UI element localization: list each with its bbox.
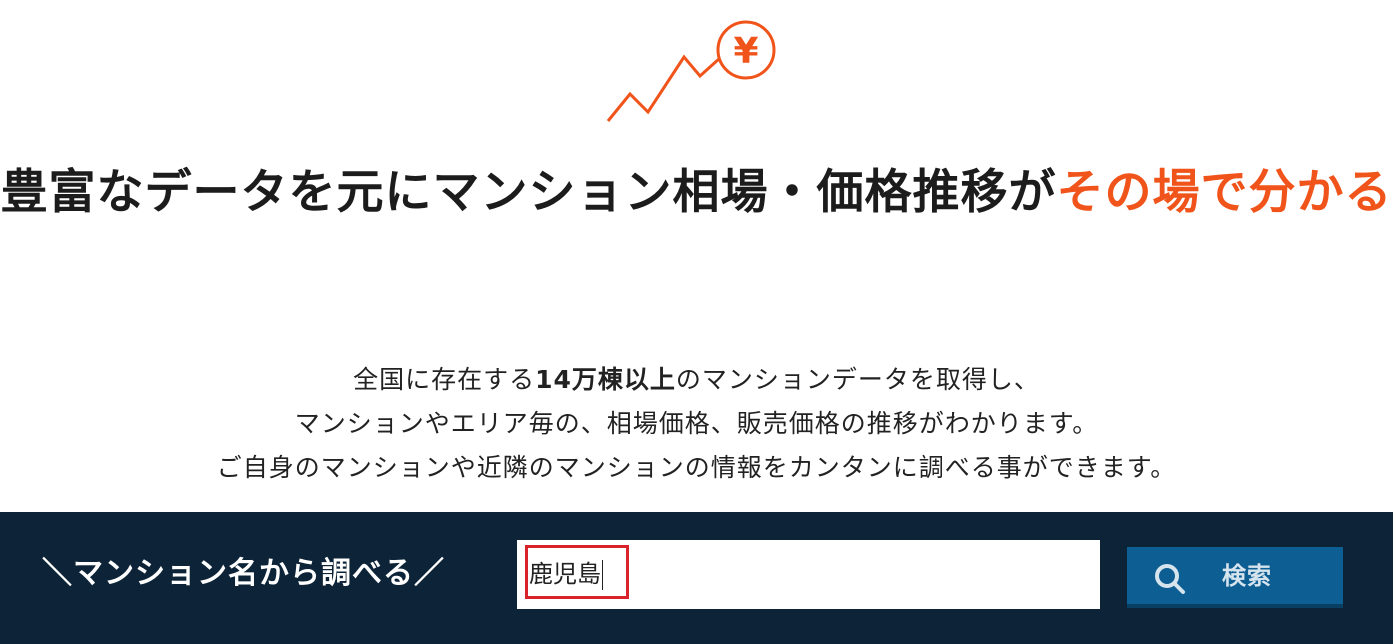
highlight-box	[525, 545, 629, 599]
description-line-1: 全国に存在する14万棟以上のマンションデータを取得し、	[0, 358, 1393, 402]
price-trend-yen-icon: ¥	[606, 20, 776, 122]
description-line-1-post: のマンションデータを取得し、	[675, 365, 1040, 394]
search-heading: ＼マンション名から調べる／	[42, 556, 445, 591]
search-icon	[1155, 564, 1185, 594]
search-button-label: 検索	[1222, 562, 1272, 590]
description-line-2: マンションやエリア毎の、相場価格、販売価格の推移がわかります。	[294, 409, 1099, 438]
headline-accent: その場で分かる	[1056, 165, 1393, 220]
description-highlight-count: 14万棟以上	[535, 365, 676, 394]
description-line-3: ご自身のマンションや近隣のマンションの情報をカンタンに調べる事ができます。	[216, 453, 1177, 482]
page: ¥ 豊富なデータを元にマンション相場・価格推移がその場で分かる 全国に存在する1…	[0, 0, 1393, 644]
headline-main: 豊富なデータを元にマンション相場・価格推移が	[0, 165, 1057, 220]
search-band: ＼マンション名から調べる／ 鹿児島 検索	[0, 512, 1393, 644]
page-headline: 豊富なデータを元にマンション相場・価格推移がその場で分かる	[0, 152, 1393, 234]
description-line-1-pre: 全国に存在する	[353, 365, 536, 394]
description: 全国に存在する14万棟以上のマンションデータを取得し、 マンションやエリア毎の、…	[0, 358, 1393, 490]
search-button[interactable]: 検索	[1127, 547, 1343, 608]
search-input[interactable]: 鹿児島	[517, 540, 1100, 609]
yen-symbol: ¥	[733, 31, 758, 72]
